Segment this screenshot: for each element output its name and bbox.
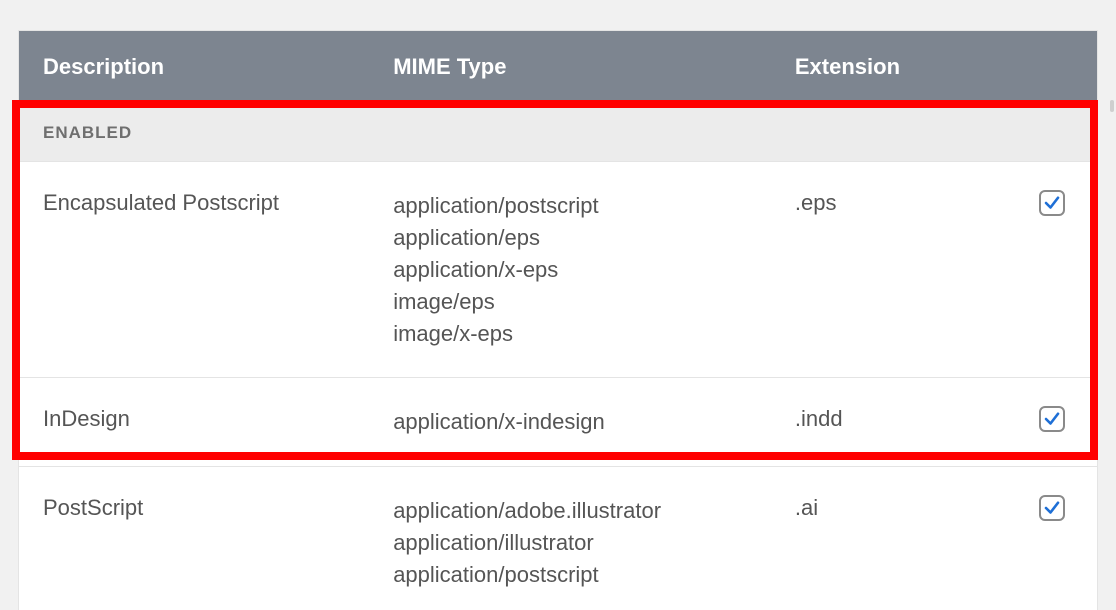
check-icon bbox=[1043, 194, 1061, 212]
mime-line: application/x-eps bbox=[393, 254, 795, 286]
file-types-table: Description MIME Type Extension ENABLED … bbox=[18, 30, 1098, 610]
mime-line: image/x-eps bbox=[393, 318, 795, 350]
cell-mime: application/postscript application/eps a… bbox=[393, 190, 795, 349]
scrollbar-hint bbox=[1110, 100, 1114, 112]
cell-mime: application/x-indesign bbox=[393, 406, 795, 438]
page-stage: Description MIME Type Extension ENABLED … bbox=[0, 0, 1116, 610]
cell-mime: application/adobe.illustrator applicatio… bbox=[393, 495, 795, 591]
section-label-enabled: ENABLED bbox=[19, 103, 1097, 162]
table-row: PostScript application/adobe.illustrator… bbox=[19, 467, 1097, 610]
cell-extension: .indd bbox=[795, 406, 970, 432]
mime-line: application/x-indesign bbox=[393, 406, 795, 438]
mime-line: application/illustrator bbox=[393, 527, 795, 559]
header-description: Description bbox=[43, 54, 393, 80]
enable-checkbox[interactable] bbox=[1039, 406, 1065, 432]
mime-line: application/postscript bbox=[393, 559, 795, 591]
table-header-row: Description MIME Type Extension bbox=[19, 31, 1097, 103]
enable-checkbox[interactable] bbox=[1039, 495, 1065, 521]
enable-checkbox[interactable] bbox=[1039, 190, 1065, 216]
mime-line: application/eps bbox=[393, 222, 795, 254]
check-icon bbox=[1043, 410, 1061, 428]
cell-extension: .eps bbox=[795, 190, 970, 216]
mime-line: application/postscript bbox=[393, 190, 795, 222]
header-mime-type: MIME Type bbox=[393, 54, 795, 80]
cell-checkbox bbox=[970, 495, 1073, 521]
cell-checkbox bbox=[970, 406, 1073, 432]
mime-line: application/adobe.illustrator bbox=[393, 495, 795, 527]
cell-description: Encapsulated Postscript bbox=[43, 190, 393, 216]
table-row: InDesign application/x-indesign .indd bbox=[19, 378, 1097, 467]
table-row: Encapsulated Postscript application/post… bbox=[19, 162, 1097, 378]
cell-description: InDesign bbox=[43, 406, 393, 432]
cell-extension: .ai bbox=[795, 495, 970, 521]
check-icon bbox=[1043, 499, 1061, 517]
cell-checkbox bbox=[970, 190, 1073, 216]
cell-description: PostScript bbox=[43, 495, 393, 521]
header-extension: Extension bbox=[795, 54, 970, 80]
mime-line: image/eps bbox=[393, 286, 795, 318]
